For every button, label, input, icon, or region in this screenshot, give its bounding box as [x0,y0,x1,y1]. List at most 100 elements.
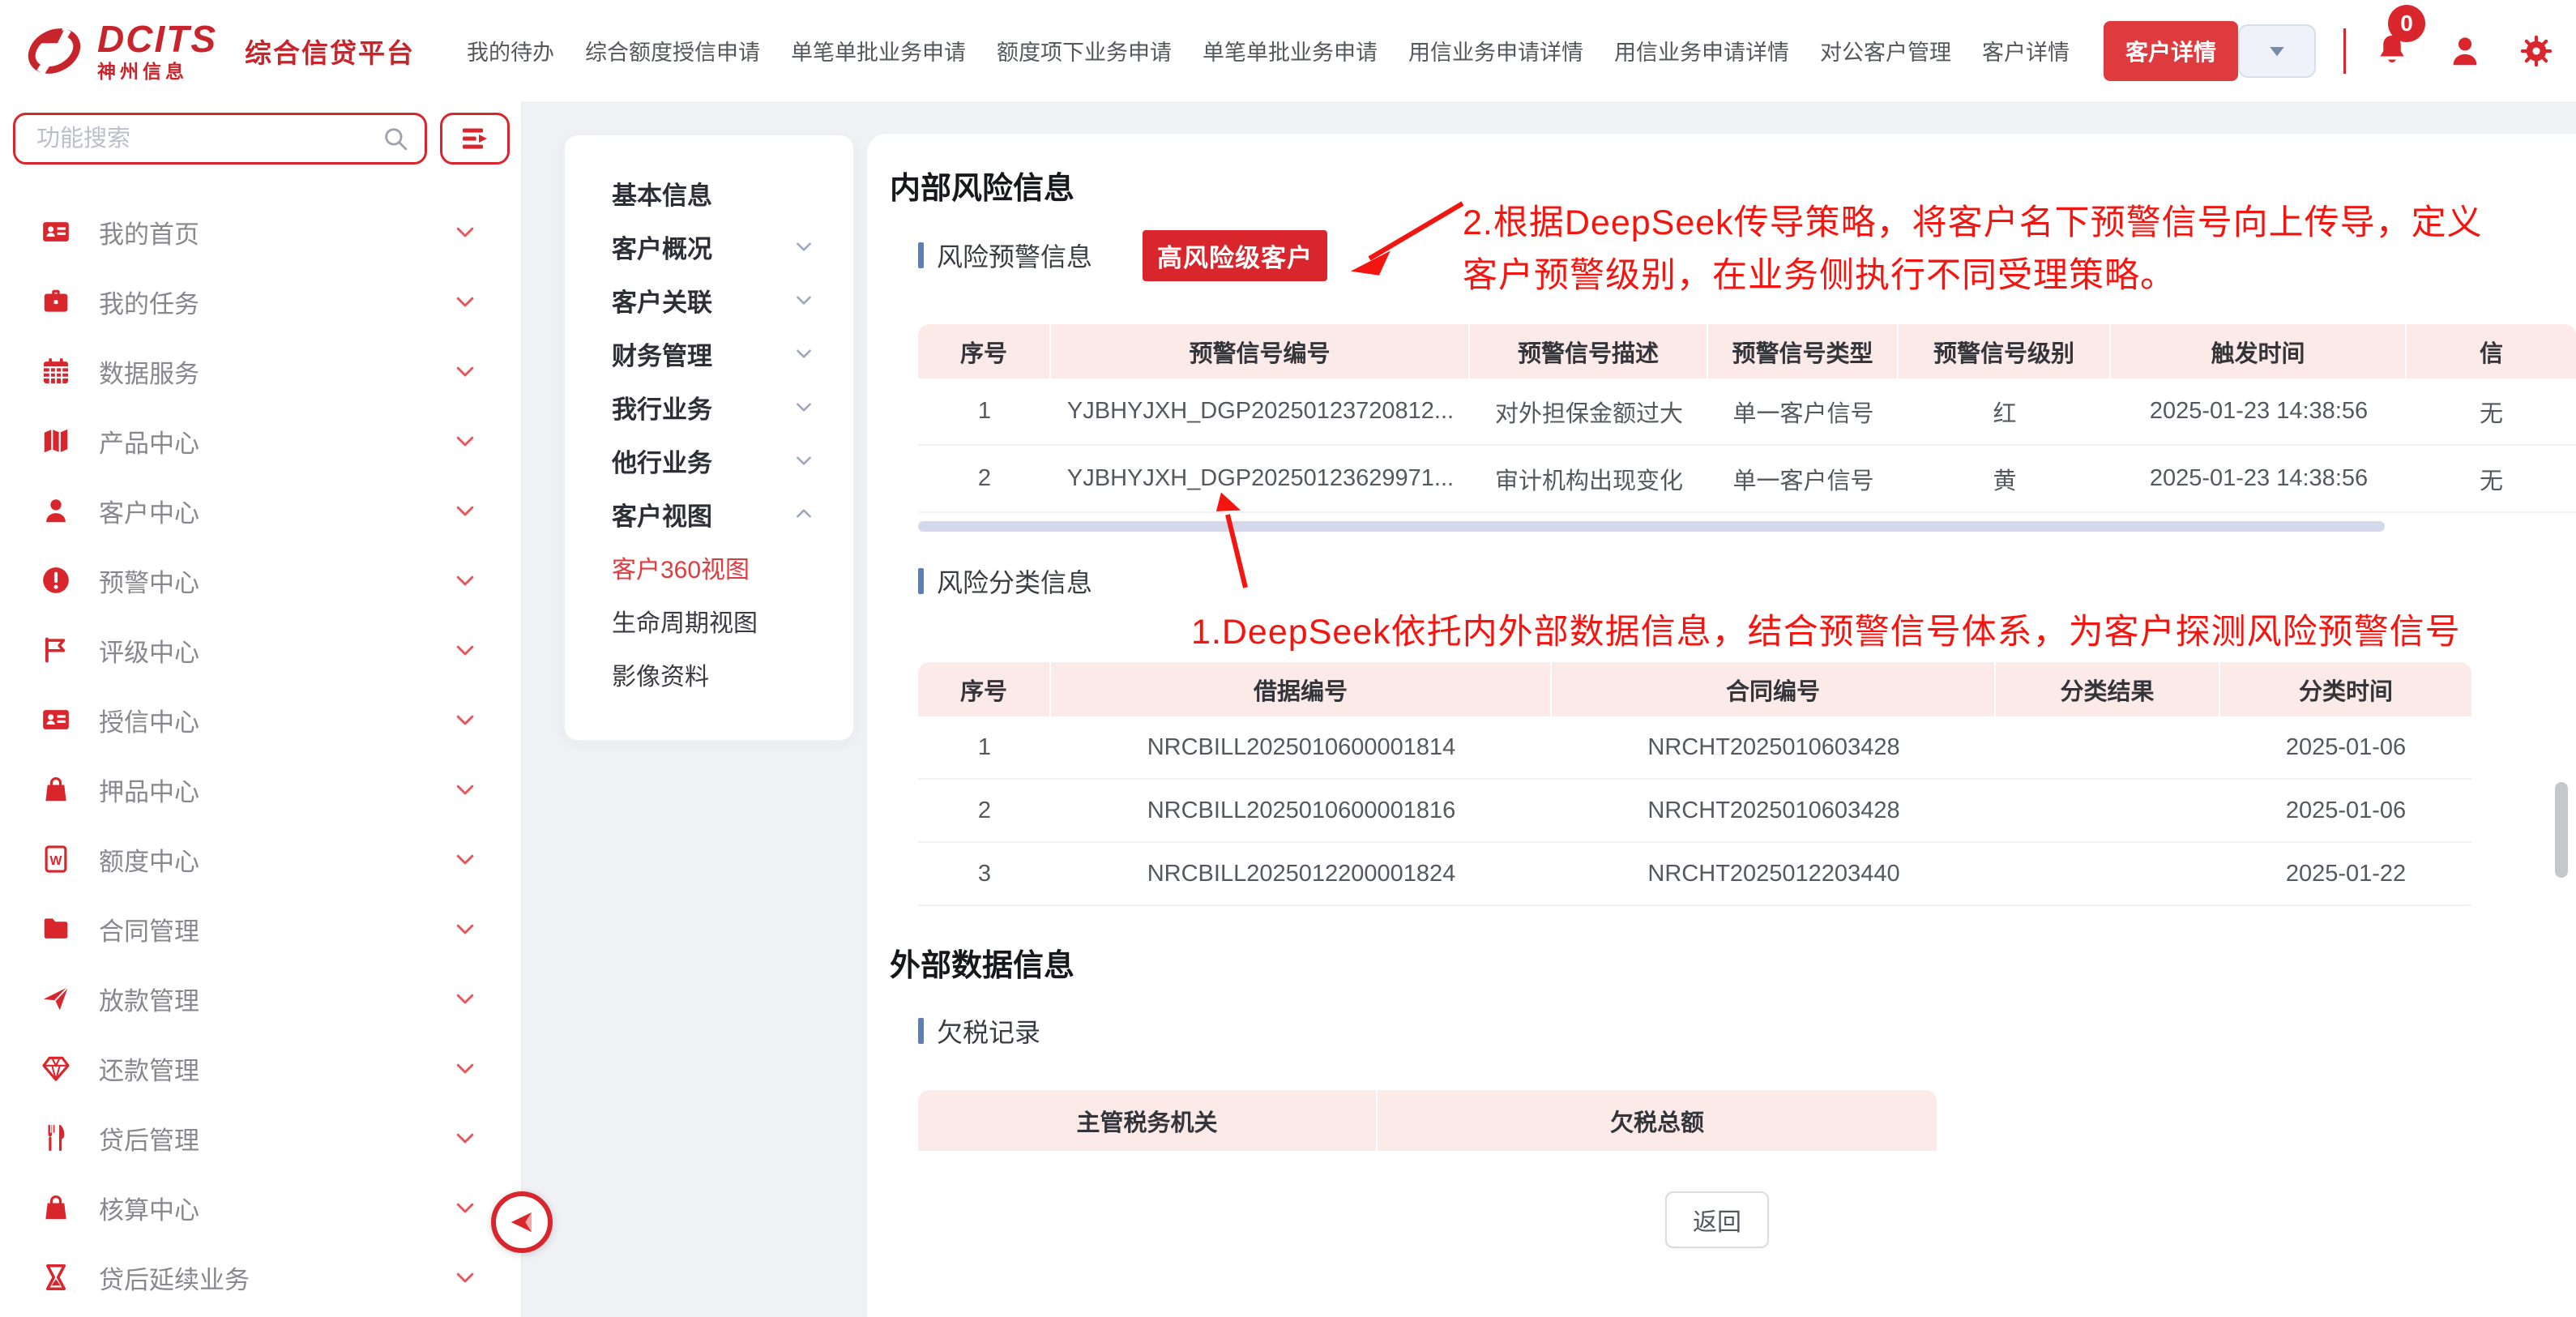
cell: 1 [918,716,1051,780]
sidebar-item-label: 放款管理 [99,981,453,1017]
submenu-item-基本信息[interactable]: 基本信息 [565,166,853,220]
cell: 2025-01-23 14:38:56 [2111,446,2407,513]
submenu-item-label: 客户360视图 [612,549,814,585]
sidebar-item-评级中心[interactable]: 评级中心 [0,615,521,685]
sidebar-item-合同管理[interactable]: 合同管理 [0,894,521,964]
top-navigation-bar: DCITS 神州信息 综合信贷平台 我的待办综合额度授信申请单笔单批业务申请额度… [0,0,2576,101]
sidebar-item-label: 评级中心 [99,632,453,669]
settings-gear-button[interactable] [2519,34,2553,68]
table-header-row: 序号预警信号编号预警信号描述预警信号类型预警信号级别触发时间信 [918,324,2576,378]
topnav-item[interactable]: 综合额度授信申请 [585,35,760,66]
horizontal-scrollbar[interactable] [918,521,2385,532]
user-profile-button[interactable] [2446,32,2484,70]
table-row[interactable]: 1NRCBILL2025010600001814NRCHT20250106034… [918,716,2471,780]
sidebar-item-贷后延续业务[interactable]: 贷后延续业务 [0,1242,521,1312]
chevron-down-icon [453,568,477,592]
back-button[interactable]: 返回 [1665,1191,1769,1248]
notifications-button[interactable]: 0 [2373,32,2411,70]
table-row[interactable]: 1YJBHYJXH_DGP20250123720812...对外担保金额过大单一… [918,378,2576,446]
annotation-step1: 1.DeepSeek依托内外部数据信息，结合预警信号体系，为客户探测风险预警信号 [1191,606,2461,659]
table-row[interactable]: 2NRCBILL2025010600001816NRCHT20250106034… [918,780,2471,843]
column-header: 主管税务机关 [918,1090,1378,1151]
table-row[interactable]: 2YJBHYJXH_DGP20250123629971...审计机构出现变化单一… [918,446,2576,513]
sidebar-item-我的任务[interactable]: 我的任务 [0,267,521,336]
cell: 2025-01-22 [2220,843,2471,906]
submenu-item-客户概况[interactable]: 客户概况 [565,220,853,273]
column-header: 预警信号级别 [1899,324,2111,378]
cell: 对外担保金额过大 [1470,378,1708,446]
cell: YJBHYJXH_DGP20250123720812... [1051,378,1470,446]
chevron-up-icon [793,503,814,524]
sidebar-item-预警中心[interactable]: 预警中心 [0,545,521,615]
submenu-item-label: 客户概况 [612,229,793,265]
tax-subsection: 欠税记录 [918,1013,1040,1049]
cell: 审计机构出现变化 [1470,446,1708,513]
cell: 2 [918,446,1051,513]
sidebar-item-额度中心[interactable]: 额度中心 [0,824,521,894]
cell: 单一客户信号 [1708,446,1899,513]
topnav-item[interactable]: 客户详情 [1982,35,2070,66]
topnav-item[interactable]: 用信业务申请详情 [1614,35,1789,66]
submenu-item-财务管理[interactable]: 财务管理 [565,327,853,380]
submenu-item-我行业务[interactable]: 我行业务 [565,380,853,434]
submenu-item-生命周期视图[interactable]: 生命周期视图 [565,594,853,648]
topbar-divider [2343,28,2346,74]
chevron-down-icon [453,777,477,802]
sidebar-item-客户中心[interactable]: 客户中心 [0,476,521,545]
user-icon [41,495,71,526]
table-row[interactable]: 3NRCBILL2025012200001824NRCHT20250122034… [918,843,2471,906]
sidebar-item-放款管理[interactable]: 放款管理 [0,964,521,1033]
sidebar-item-我的首页[interactable]: 我的首页 [0,197,521,267]
sidebar-item-还款管理[interactable]: 还款管理 [0,1033,521,1103]
function-search-input[interactable] [13,113,427,165]
topnav-item[interactable]: 单笔单批业务申请 [1203,35,1378,66]
cell: 3 [918,843,1051,906]
high-risk-customer-badge: 高风险级客户 [1143,230,1327,281]
chevron-down-icon [793,236,814,257]
submenu-item-客户360视图[interactable]: 客户360视图 [565,541,853,594]
logo-sub-text: 神州信息 [97,62,217,81]
column-header: 触发时间 [2111,324,2407,378]
topnav-item[interactable]: 用信业务申请详情 [1408,35,1583,66]
chevron-down-icon [453,289,477,314]
topnav-item[interactable]: 对公客户管理 [1820,35,1951,66]
submenu-item-影像资料[interactable]: 影像资料 [565,648,853,701]
topnav-item[interactable]: 额度项下业务申请 [997,35,1172,66]
cell: 1 [918,378,1051,446]
tax-record-table: 主管税务机关欠税总额 [918,1090,1937,1151]
topnav-item[interactable]: 我的待办 [467,35,554,66]
sidebar-item-数据服务[interactable]: 数据服务 [0,336,521,406]
dcits-swirl-logo-icon [23,19,86,83]
submenu-item-他行业务[interactable]: 他行业务 [565,434,853,487]
panel-collapse-button[interactable] [491,1191,553,1253]
sidebar-item-label: 贷后延续业务 [99,1259,453,1296]
sidebar-item-押品中心[interactable]: 押品中心 [0,755,521,824]
column-header: 预警信号编号 [1051,324,1470,378]
chevron-down-icon [453,359,477,383]
cell: 单一客户信号 [1708,378,1899,446]
submenu-item-客户关联[interactable]: 客户关联 [565,273,853,327]
column-header: 序号 [918,662,1051,716]
tab-overflow-dropdown[interactable] [2238,24,2316,78]
sidebar-item-label: 数据服务 [99,353,453,390]
sidebar-item-贷后管理[interactable]: 贷后管理 [0,1103,521,1173]
id-card-icon [41,704,71,735]
cell [1996,843,2220,906]
risk-class-subsection: 风险分类信息 [918,563,1092,599]
chevron-down-icon [453,847,477,871]
sidebar-collapse-menu-button[interactable] [440,113,510,165]
sidebar-item-核算中心[interactable]: 核算中心 [0,1173,521,1242]
vertical-scrollbar[interactable] [2555,782,2568,878]
bag-icon [41,774,71,805]
cell: NRCHT2025010603428 [1552,780,1996,843]
cell: 无 [2407,378,2576,446]
submenu-item-客户视图[interactable]: 客户视图 [565,487,853,541]
sidebar-item-授信中心[interactable]: 授信中心 [0,685,521,755]
hourglass-icon [41,1262,71,1293]
topnav-item[interactable]: 单笔单批业务申请 [791,35,966,66]
risk-warning-subsection: 风险预警信息 高风险级客户 [918,237,1327,273]
sidebar-item-产品中心[interactable]: 产品中心 [0,406,521,476]
cell: NRCBILL2025012200001824 [1051,843,1552,906]
section-marker-bar [918,1018,924,1044]
active-tab-customer-detail[interactable]: 客户详情 [2104,21,2238,81]
